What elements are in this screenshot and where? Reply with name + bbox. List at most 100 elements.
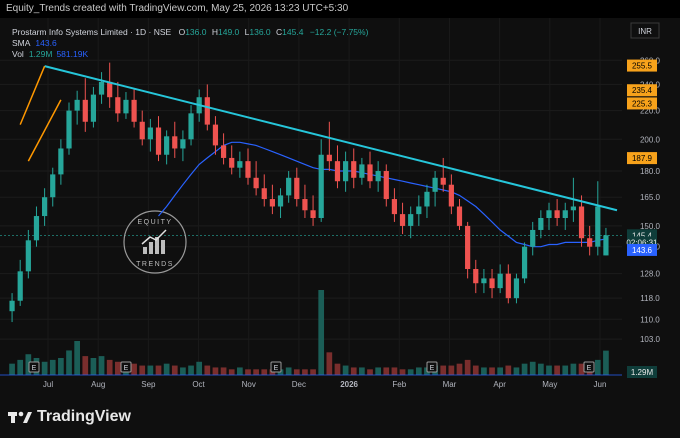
candle-body [570,206,576,211]
x-tick-label: Sep [141,380,156,389]
volume-bar [334,363,341,375]
y-tick-label: 118.0 [640,294,660,303]
candle-body [359,164,365,178]
tradingview-brand: TradingView [37,408,131,425]
candle-body [513,278,520,299]
tradingview-logo[interactable]: TradingView [8,408,131,426]
bar-chart-icon [143,247,147,254]
candle-body [131,99,137,122]
x-tick-label: Dec [292,380,306,389]
volume-tag-label: 1.29M [631,368,654,377]
candle-body [383,171,389,200]
volume-bar [139,365,146,375]
candle-body [424,191,430,207]
candle-body [505,273,511,299]
volume-bar [82,356,89,375]
volume-bar [106,359,113,375]
x-tick-label: Oct [192,380,205,389]
x-tick-label: May [542,380,557,389]
candle-body [521,246,528,279]
volume-bar [529,361,536,375]
volume-bar [188,365,194,375]
volume-bar [603,350,609,375]
svg-text:Prostarm Info Systems Limited: Prostarm Info Systems Limited · 1D · NSE… [12,27,369,37]
x-tick-label: Mar [443,380,457,389]
x-tick-label: Apr [493,380,506,389]
volume-bar [114,361,121,375]
volume-bar [163,363,170,375]
candle-body [237,161,243,168]
candle-body [220,145,227,158]
volume-bar [90,358,97,375]
candle-body [188,113,194,140]
x-tick-label: Nov [242,380,256,389]
volume-bar [131,363,137,375]
volume-bar [505,365,512,375]
candle-body [245,161,251,178]
volume-bar [9,363,15,375]
volume-bar [245,369,251,375]
candle-body [139,121,145,140]
candle-body [58,148,64,175]
watermark-line2: TRENDS [136,261,174,268]
candle-body [343,161,349,182]
volume-bar [497,367,504,375]
candle-body [465,225,471,270]
volume-bar [399,369,406,375]
currency-selector[interactable]: INR [630,22,660,39]
candle-body [456,206,463,226]
candle-body [74,99,80,111]
candle-body [286,177,292,196]
x-tick-label: Jun [594,380,607,389]
volume-bar [342,365,349,375]
svg-text:Vol1.29M581.19K: Vol 1.29M 581.19K [12,49,88,59]
volume-bar [212,367,219,375]
volume-bar [448,365,455,375]
candle-body [408,214,414,226]
volume-bar [456,363,463,375]
volume-bar [318,290,325,375]
candle-body [302,199,308,211]
earnings-mark-label: E [587,365,592,372]
candle-body [318,154,324,218]
candle-body [351,161,357,178]
volume-bar [375,367,381,375]
candle-body [375,171,381,182]
price-chart[interactable]: EQUITY TRENDS Prostarm Info Systems Limi… [0,18,680,396]
candle-body [212,124,219,146]
candle-body [530,229,536,247]
candle-body [334,161,341,182]
candle-body [123,99,129,114]
volume-bar [464,359,471,375]
candle-body [326,154,332,162]
candle-body [50,174,56,198]
y-tick-label: 128.0 [640,270,661,279]
candle-body [90,94,97,122]
candle-body [107,81,113,98]
volume-bar [359,367,365,375]
price-tag-label: 143.6 [632,246,653,255]
candle-body [115,97,121,114]
y-tick-label: 200.0 [640,135,661,144]
volume-bar [513,367,520,375]
volume-bar [302,369,308,375]
candle-body [473,269,479,284]
candle-body [489,278,495,289]
volume-bar [562,365,569,375]
volume-bar [472,365,479,375]
volume-bar [17,359,24,375]
volume-bar [310,369,316,375]
volume-bar [285,367,292,375]
candle-body [25,240,31,272]
candle-body [180,139,186,149]
candle-body [98,81,105,95]
tradingview-logo-icon [8,411,32,423]
candle-body [603,235,609,256]
volume-bar [66,350,72,375]
candle-body [399,214,406,226]
candle-body [277,195,284,207]
x-tick-label: Jul [43,380,53,389]
candle-body [17,271,23,301]
candle-body [578,206,585,239]
volume-bar [180,367,186,375]
